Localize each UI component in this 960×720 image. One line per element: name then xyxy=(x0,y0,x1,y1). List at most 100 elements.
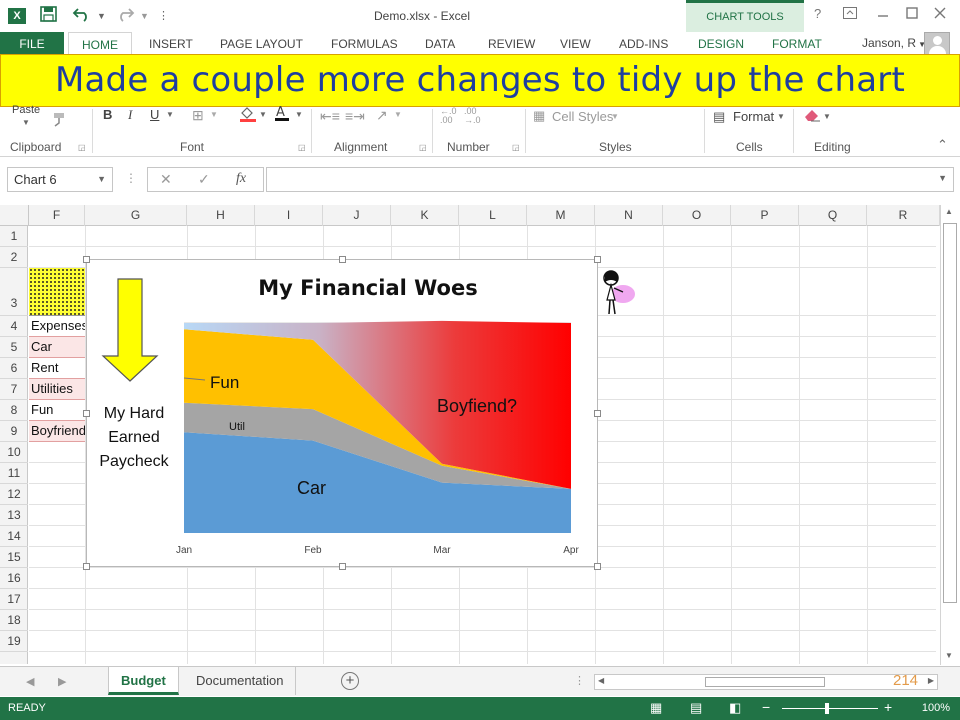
underline-dropdown-icon[interactable]: ▼ xyxy=(166,110,174,119)
add-sheet-icon[interactable]: + xyxy=(341,672,359,690)
close-icon[interactable] xyxy=(934,6,946,22)
format-dropdown-icon[interactable]: ▼ xyxy=(777,112,785,121)
scroll-down-icon[interactable]: ▼ xyxy=(945,651,953,660)
ribbon-display-icon[interactable] xyxy=(843,6,857,22)
restore-icon[interactable] xyxy=(906,6,918,22)
insert-function-icon[interactable]: fx xyxy=(236,171,246,187)
undo-icon[interactable] xyxy=(72,6,92,27)
column-header-q[interactable]: Q xyxy=(799,205,867,226)
row-header-4[interactable]: 4 xyxy=(0,316,28,337)
cell-f6[interactable]: Rent xyxy=(29,358,85,379)
paste-dropdown-icon[interactable]: ▼ xyxy=(22,118,30,127)
column-header-l[interactable]: L xyxy=(459,205,527,226)
column-header-g[interactable]: G xyxy=(85,205,187,226)
confirm-entry-icon[interactable]: ✓ xyxy=(198,171,210,188)
column-header-r[interactable]: R xyxy=(867,205,940,226)
sheet-prev-icon[interactable]: ◀ xyxy=(26,675,34,688)
row-header-7[interactable]: 7 xyxy=(0,379,28,400)
row-header-3[interactable]: 3 xyxy=(0,268,28,316)
tab-formulas[interactable]: FORMULAS xyxy=(331,32,398,56)
tab-format[interactable]: FORMAT xyxy=(772,32,822,56)
zoom-level[interactable]: 100% xyxy=(922,702,950,714)
row-header-1[interactable]: 1 xyxy=(0,226,28,247)
vertical-scroll-thumb[interactable] xyxy=(943,223,957,603)
clear-dropdown-icon[interactable]: ▼ xyxy=(823,112,831,121)
row-header-14[interactable]: 14 xyxy=(0,526,28,547)
sheet-next-icon[interactable]: ▶ xyxy=(58,675,66,688)
alignment-launcher-icon[interactable]: ◲ xyxy=(419,143,427,152)
fill-color-icon[interactable] xyxy=(238,107,258,126)
woman-clipart-icon[interactable] xyxy=(597,266,637,318)
row-header-5[interactable]: 5 xyxy=(0,337,28,358)
cell-f7[interactable]: Utilities xyxy=(29,379,85,400)
bold-button[interactable]: B xyxy=(103,107,112,122)
name-box-dropdown-icon[interactable]: ▼ xyxy=(97,168,106,191)
orientation-dropdown-icon[interactable]: ▼ xyxy=(394,110,402,119)
row-header-16[interactable]: 16 xyxy=(0,568,28,589)
column-header-n[interactable]: N xyxy=(595,205,663,226)
italic-button[interactable]: I xyxy=(128,107,132,123)
row-header-9[interactable]: 9 xyxy=(0,421,28,442)
row-header-19[interactable]: 19 xyxy=(0,631,28,652)
fill-color-dropdown-icon[interactable]: ▼ xyxy=(259,110,267,119)
horizontal-scrollbar[interactable]: ◀ ▶ xyxy=(594,674,938,690)
paste-button[interactable]: Paste xyxy=(12,104,40,116)
tab-view[interactable]: VIEW xyxy=(560,32,591,56)
format-painter-icon[interactable] xyxy=(52,111,70,130)
patterned-cell-f3[interactable] xyxy=(29,268,85,316)
collapse-ribbon-icon[interactable]: ⌃ xyxy=(937,137,948,153)
format-button[interactable]: Format xyxy=(733,109,774,124)
tab-page-layout[interactable]: PAGE LAYOUT xyxy=(220,32,303,56)
column-header-k[interactable]: K xyxy=(391,205,459,226)
zoom-out-icon[interactable]: − xyxy=(762,699,770,715)
select-all-corner[interactable] xyxy=(0,205,29,226)
save-icon[interactable] xyxy=(40,6,58,27)
underline-button[interactable]: U xyxy=(150,107,159,122)
column-header-m[interactable]: M xyxy=(527,205,595,226)
cell-f5[interactable]: Car xyxy=(29,337,85,358)
normal-view-icon[interactable]: ▦ xyxy=(650,700,662,716)
row-header-15[interactable]: 15 xyxy=(0,547,28,568)
page-layout-view-icon[interactable]: ▤ xyxy=(690,700,702,716)
tab-home[interactable]: HOME xyxy=(68,32,132,56)
decrease-decimal-icon[interactable]: .00 →.0 xyxy=(464,107,481,125)
sheet-tab-documentation[interactable]: Documentation xyxy=(184,667,297,695)
font-color-dropdown-icon[interactable]: ▼ xyxy=(295,110,303,119)
help-icon[interactable]: ? xyxy=(814,6,821,21)
tab-design[interactable]: DESIGN xyxy=(698,32,744,56)
tab-file[interactable]: FILE xyxy=(0,32,64,56)
name-box[interactable]: Chart 6 ▼ xyxy=(7,167,113,192)
cell-styles-button[interactable]: Cell Styles xyxy=(552,109,613,124)
user-name[interactable]: Janson, R xyxy=(862,36,916,50)
scroll-up-icon[interactable]: ▲ xyxy=(945,207,953,216)
row-header-13[interactable]: 13 xyxy=(0,505,28,526)
row-header-10[interactable]: 10 xyxy=(0,442,28,463)
sheet-tab-budget[interactable]: Budget xyxy=(108,667,179,695)
cell-f9[interactable]: Boyfriend xyxy=(29,421,85,442)
clipboard-launcher-icon[interactable]: ◲ xyxy=(78,143,86,152)
excel-icon[interactable]: X xyxy=(8,8,26,24)
cancel-entry-icon[interactable]: ✕ xyxy=(160,171,172,188)
row-header-11[interactable]: 11 xyxy=(0,463,28,484)
clear-eraser-icon[interactable] xyxy=(803,108,821,125)
number-launcher-icon[interactable]: ◲ xyxy=(512,143,520,152)
increase-indent-icon[interactable]: ≡⇥ xyxy=(345,108,365,125)
row-header-8[interactable]: 8 xyxy=(0,400,28,421)
tab-review[interactable]: REVIEW xyxy=(488,32,535,56)
row-header-12[interactable]: 12 xyxy=(0,484,28,505)
format-cells-icon[interactable]: ▤ xyxy=(713,109,725,125)
font-color-icon[interactable]: A xyxy=(273,105,291,126)
row-header-18[interactable]: 18 xyxy=(0,610,28,631)
tab-data[interactable]: DATA xyxy=(425,32,455,56)
avatar[interactable] xyxy=(924,32,950,56)
undo-dropdown-icon[interactable]: ▼ xyxy=(97,11,106,21)
cell-f8[interactable]: Fun xyxy=(29,400,85,421)
vertical-scrollbar[interactable]: ▲ ▼ xyxy=(940,205,958,665)
column-header-h[interactable]: H xyxy=(187,205,255,226)
orientation-icon[interactable]: ↗ xyxy=(376,107,388,124)
column-header-i[interactable]: I xyxy=(255,205,323,226)
horizontal-scroll-thumb[interactable] xyxy=(705,677,825,687)
redo-dropdown-icon[interactable]: ▼ xyxy=(140,11,149,21)
customize-qat-icon[interactable]: ⋮ xyxy=(158,9,169,22)
increase-decimal-icon[interactable]: ←.0.00 xyxy=(440,107,457,125)
